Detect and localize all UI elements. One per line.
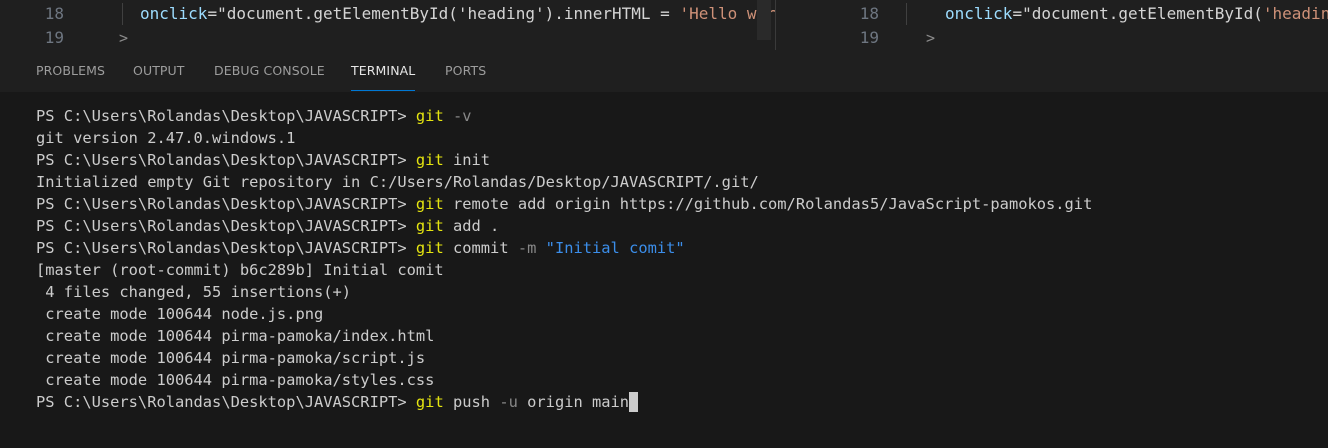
terminal-prompt: PS C:\Users\Rolandas\Desktop\JAVASCRIPT> bbox=[36, 151, 416, 169]
code-line: 19 > bbox=[0, 27, 775, 49]
code-call: document.getElementById('heading').inner… bbox=[226, 4, 680, 23]
editor-pane-right[interactable]: 18 onclick="document.getElementById('hea… bbox=[815, 0, 1328, 50]
code-line: 18 onclick="document.getElementById('hea… bbox=[0, 3, 775, 25]
terminal-output-line: [master (root-commit) b6c289b] Initial c… bbox=[36, 261, 444, 279]
code-text[interactable]: onclick="document.getElementById('headin bbox=[945, 3, 1328, 25]
pane-divider[interactable] bbox=[775, 0, 776, 50]
terminal-command-line: PS C:\Users\Rolandas\Desktop\JAVASCRIPT>… bbox=[36, 215, 499, 237]
command-args: add . bbox=[443, 217, 500, 235]
tab-problems[interactable]: PROBLEMS bbox=[36, 63, 105, 91]
command-args: remote add origin https://github.com/Rol… bbox=[443, 195, 1093, 213]
command-keyword: git bbox=[415, 217, 444, 235]
editor-area: 18 onclick="document.getElementById('hea… bbox=[0, 0, 1328, 50]
editor-pane-left[interactable]: 18 onclick="document.getElementById('hea… bbox=[0, 0, 775, 50]
terminal-command-line: PS C:\Users\Rolandas\Desktop\JAVASCRIPT>… bbox=[36, 105, 472, 127]
terminal-command-line: PS C:\Users\Rolandas\Desktop\JAVASCRIPT>… bbox=[36, 149, 490, 171]
minimap-marker bbox=[757, 0, 771, 40]
tab-terminal[interactable]: TERMINAL bbox=[351, 63, 416, 91]
terminal-command-line: PS C:\Users\Rolandas\Desktop\JAVASCRIPT>… bbox=[36, 193, 1092, 215]
active-tab-indicator bbox=[351, 90, 416, 91]
terminal-output-line: Initialized empty Git repository in C:/U… bbox=[36, 173, 759, 191]
tab-debug-console[interactable]: DEBUG CONSOLE bbox=[214, 63, 325, 91]
indent-guide bbox=[906, 3, 907, 25]
indent-guide bbox=[122, 3, 123, 25]
terminal-output-line: create mode 100644 pirma-pamoka/styles.c… bbox=[36, 371, 435, 389]
command-args: commit bbox=[443, 239, 509, 257]
tab-ports[interactable]: PORTS bbox=[445, 63, 486, 91]
terminal-prompt: PS C:\Users\Rolandas\Desktop\JAVASCRIPT> bbox=[36, 239, 416, 257]
terminal-prompt: PS C:\Users\Rolandas\Desktop\JAVASCRIPT> bbox=[36, 195, 416, 213]
line-number: 18 bbox=[859, 4, 879, 23]
command-string: "Initial comit" bbox=[536, 239, 685, 257]
code-line: 18 onclick="document.getElementById('hea… bbox=[815, 3, 1328, 25]
command-args: init bbox=[443, 151, 491, 169]
line-number: 18 bbox=[44, 4, 64, 23]
panel-tab-bar: PROBLEMS OUTPUT DEBUG CONSOLE TERMINAL P… bbox=[0, 50, 1328, 92]
code-attribute: onclick bbox=[140, 4, 208, 23]
code-equals: =" bbox=[1012, 4, 1032, 23]
terminal-output-line: create mode 100644 pirma-pamoka/script.j… bbox=[36, 349, 426, 367]
terminal-cursor bbox=[629, 392, 639, 412]
terminal-input-line[interactable]: PS C:\Users\Rolandas\Desktop\JAVASCRIPT>… bbox=[36, 391, 639, 413]
command-flag: -v bbox=[443, 107, 472, 125]
line-number: 19 bbox=[859, 28, 879, 47]
terminal-command-line: PS C:\Users\Rolandas\Desktop\JAVASCRIPT>… bbox=[36, 237, 685, 259]
command-args: origin main bbox=[517, 393, 630, 411]
terminal-output-line: create mode 100644 pirma-pamoka/index.ht… bbox=[36, 327, 435, 345]
command-flag: -m bbox=[508, 239, 537, 257]
code-string: 'headin bbox=[1262, 4, 1328, 23]
fold-chevron-icon[interactable]: > bbox=[926, 27, 935, 49]
tab-terminal-label: TERMINAL bbox=[351, 63, 416, 78]
command-keyword: git bbox=[415, 151, 444, 169]
terminal-prompt: PS C:\Users\Rolandas\Desktop\JAVASCRIPT> bbox=[36, 393, 416, 411]
terminal-output-line: 4 files changed, 55 insertions(+) bbox=[36, 283, 352, 301]
command-keyword: git bbox=[415, 393, 444, 411]
code-text[interactable]: onclick="document.getElementById('headin… bbox=[140, 3, 775, 25]
terminal-output-line: git version 2.47.0.windows.1 bbox=[36, 129, 296, 147]
code-line: 19 > bbox=[815, 27, 1328, 49]
command-args: push bbox=[443, 393, 491, 411]
fold-chevron-icon[interactable]: > bbox=[119, 27, 128, 49]
terminal-output[interactable]: PS C:\Users\Rolandas\Desktop\JAVASCRIPT>… bbox=[0, 92, 1328, 448]
terminal-prompt: PS C:\Users\Rolandas\Desktop\JAVASCRIPT> bbox=[36, 217, 416, 235]
command-flag: -u bbox=[490, 393, 518, 411]
command-keyword: git bbox=[415, 195, 444, 213]
tab-output[interactable]: OUTPUT bbox=[133, 63, 185, 91]
code-attribute: onclick bbox=[945, 4, 1013, 23]
line-number: 19 bbox=[44, 28, 64, 47]
terminal-output-line: create mode 100644 node.js.png bbox=[36, 305, 324, 323]
command-keyword: git bbox=[415, 107, 444, 125]
command-keyword: git bbox=[415, 239, 444, 257]
code-call: document.getElementById( bbox=[1031, 4, 1263, 23]
terminal-prompt: PS C:\Users\Rolandas\Desktop\JAVASCRIPT> bbox=[36, 107, 416, 125]
code-equals: =" bbox=[207, 4, 227, 23]
